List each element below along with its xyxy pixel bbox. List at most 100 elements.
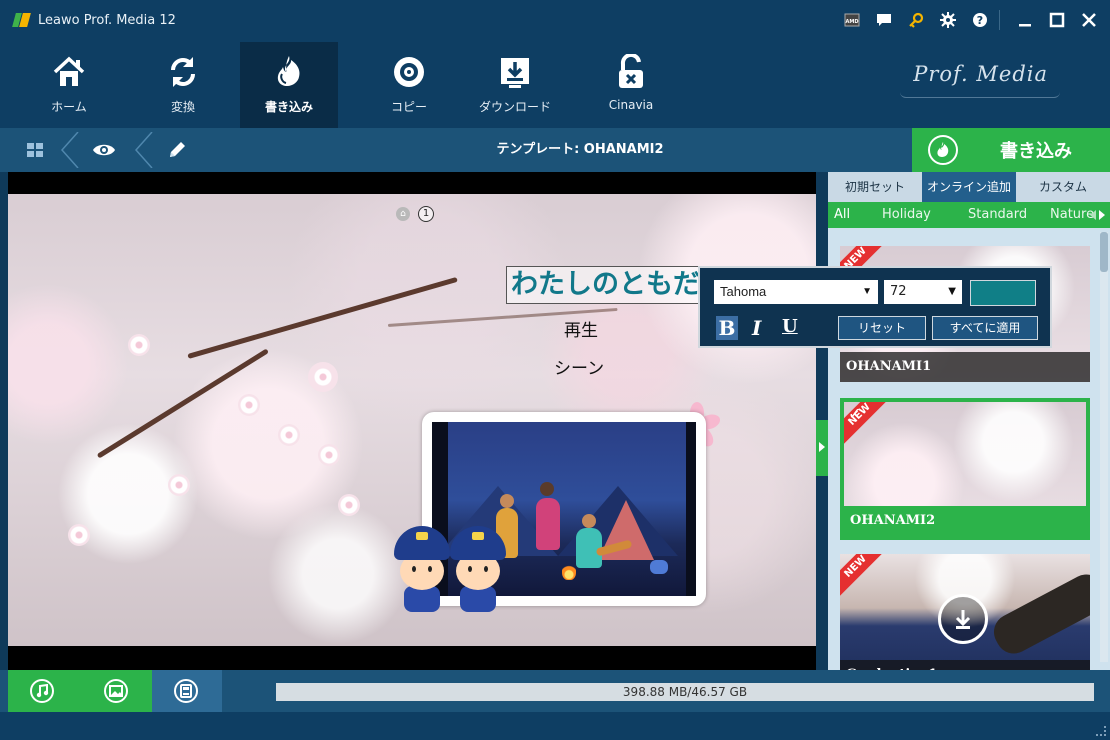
chevron-down-icon: ▼ <box>862 286 872 297</box>
module-cinavia[interactable]: Cinavia <box>582 42 680 128</box>
svg-text:?: ? <box>977 14 983 27</box>
category-holiday[interactable]: Holiday <box>882 202 931 228</box>
key-icon[interactable] <box>903 7 929 33</box>
background-image-button[interactable] <box>104 679 128 703</box>
title-bar-icons: AMD ? <box>833 0 1110 40</box>
template-name: OHANAMI2 <box>844 506 1086 536</box>
resize-grip-icon[interactable] <box>1096 726 1106 736</box>
person <box>536 498 560 550</box>
module-label: ダウンロード <box>478 100 551 114</box>
home-page-icon[interactable]: ⌂ <box>396 207 410 221</box>
kids-sticker <box>388 516 518 616</box>
background-image: ⌂ 1 わたしのともだち 再生 シーン <box>8 194 816 646</box>
blossom <box>318 444 340 466</box>
burn-label: 書き込み <box>1000 141 1072 162</box>
bold-button[interactable]: B <box>716 316 738 340</box>
toolbar-divider <box>134 132 153 168</box>
module-burn[interactable]: 書き込み <box>240 42 338 128</box>
blossom <box>308 362 338 392</box>
grid-view-button[interactable] <box>18 128 52 172</box>
category-standard[interactable]: Standard <box>968 202 1027 228</box>
chevron-down-icon: ▼ <box>948 286 956 297</box>
blossom <box>168 474 190 496</box>
help-icon[interactable]: ? <box>967 7 993 33</box>
template-card-selected[interactable]: NEW ✓ OHANAMI2 <box>840 398 1090 540</box>
campfire <box>562 562 576 580</box>
status-bar <box>0 712 1110 740</box>
title-bar: Leawo Prof. Media 12 AMD ? <box>0 0 1110 40</box>
branch <box>187 276 458 359</box>
tab-default[interactable]: 初期セット <box>828 172 922 202</box>
minimize-icon[interactable] <box>1012 7 1038 33</box>
category-bar: All Holiday Standard Nature <box>828 202 1110 228</box>
menu-pager: ⌂ 1 <box>396 206 434 222</box>
scrollbar-thumb[interactable] <box>1100 232 1108 272</box>
module-label: Cinavia <box>608 98 654 112</box>
download-icon[interactable] <box>938 594 988 644</box>
feedback-icon[interactable] <box>871 7 897 33</box>
gear-icon[interactable] <box>935 7 961 33</box>
category-all[interactable]: All <box>834 202 850 228</box>
module-label: 書き込み <box>264 100 313 114</box>
save-button[interactable] <box>174 679 198 703</box>
music-button[interactable] <box>30 679 54 703</box>
kid-figure <box>450 526 506 612</box>
save-icon <box>180 684 192 698</box>
scrollbar-track[interactable] <box>1100 232 1108 662</box>
download-icon <box>495 52 535 92</box>
template-card[interactable]: NEW Graduation1 <box>840 554 1090 670</box>
brand-swoosh <box>900 92 1060 98</box>
amd-icon[interactable]: AMD <box>839 7 865 33</box>
home-icon <box>49 52 89 92</box>
eye-icon <box>93 144 115 156</box>
panel-collapse-toggle[interactable] <box>816 420 828 476</box>
check-icon: ✓ <box>848 404 862 423</box>
apply-all-button[interactable]: すべてに適用 <box>932 316 1038 340</box>
module-nav: ホーム 変換 書き込み コピー ダウンロード Cinavia Prof. Med… <box>0 40 1110 128</box>
kid-figure <box>394 526 450 612</box>
module-label: コピー <box>390 100 427 114</box>
menu-play-button[interactable]: 再生 <box>564 316 598 341</box>
menu-scenes-button[interactable]: シーン <box>554 354 604 379</box>
close-icon[interactable] <box>1076 7 1102 33</box>
page-number[interactable]: 1 <box>418 206 434 222</box>
dog <box>650 560 668 574</box>
text-color-swatch[interactable] <box>970 280 1036 306</box>
module-home[interactable]: ホーム <box>20 42 118 128</box>
tab-online[interactable]: オンライン追加 <box>922 172 1016 202</box>
underline-button[interactable]: U <box>782 316 798 337</box>
person-head <box>500 494 514 508</box>
font-family-select[interactable]: Tahoma ▼ <box>714 280 878 304</box>
app-logo-icon <box>12 11 32 29</box>
person-head <box>540 482 554 496</box>
tab-custom[interactable]: カスタム <box>1016 172 1110 202</box>
menu-preview: ⌂ 1 わたしのともだち 再生 シーン <box>8 172 816 670</box>
edit-button[interactable] <box>160 128 194 172</box>
blossom <box>238 394 260 416</box>
module-copy[interactable]: コピー <box>360 42 458 128</box>
category-nature[interactable]: Nature <box>1050 202 1094 228</box>
convert-icon <box>163 52 203 92</box>
template-tabs: 初期セット オンライン追加 カスタム <box>828 172 1110 202</box>
disc-icon <box>389 52 429 92</box>
burn-button[interactable]: 書き込み <box>912 128 1110 172</box>
music-note-icon <box>36 684 49 698</box>
person-head <box>582 514 596 528</box>
category-scroll-arrows[interactable] <box>1090 208 1105 222</box>
disc-capacity-bar: 398.88 MB/46.57 GB <box>276 683 1094 701</box>
italic-button[interactable]: I <box>752 316 761 340</box>
flame-icon <box>928 135 958 165</box>
module-download[interactable]: ダウンロード <box>466 42 564 128</box>
reset-button[interactable]: リセット <box>838 316 926 340</box>
bottom-bar: 398.88 MB/46.57 GB <box>0 670 1110 712</box>
module-convert[interactable]: 変換 <box>134 42 232 128</box>
grid-icon <box>27 143 43 157</box>
app-window: Leawo Prof. Media 12 AMD ? ホーム 変換 書き込み コ… <box>0 0 1110 740</box>
font-size-value: 72 <box>890 284 907 299</box>
image-icon <box>109 685 123 697</box>
preview-button[interactable] <box>84 128 124 172</box>
maximize-icon[interactable] <box>1044 7 1070 33</box>
app-title: Leawo Prof. Media 12 <box>38 12 176 28</box>
font-size-select[interactable]: 72 ▼ <box>884 280 962 304</box>
brand-logo: Prof. Media <box>913 62 1048 86</box>
